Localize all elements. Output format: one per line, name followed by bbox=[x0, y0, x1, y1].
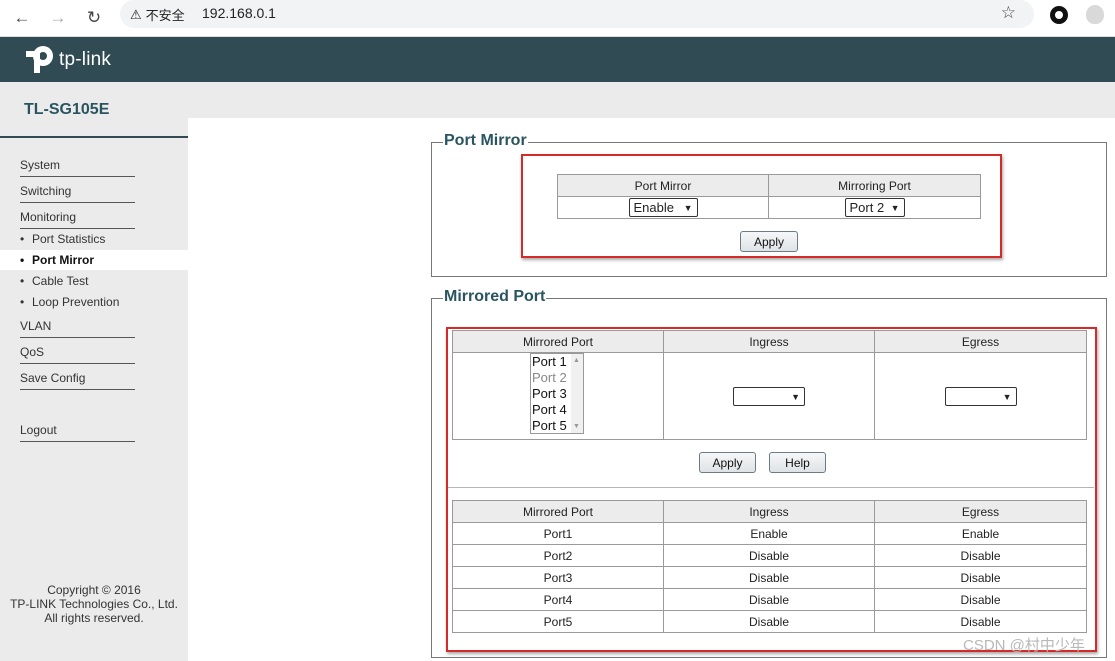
mirrored-port-legend: Mirrored Port bbox=[443, 288, 547, 306]
highlight-box bbox=[521, 154, 1002, 258]
sidebar-item-monitoring[interactable]: Monitoring bbox=[20, 210, 135, 229]
forward-arrow-icon[interactable]: → bbox=[44, 4, 72, 32]
model-bar bbox=[0, 82, 1115, 118]
security-label: 不安全 bbox=[145, 8, 185, 23]
address-bar[interactable]: ⚠ 不安全 192.168.0.1 ☆ bbox=[120, 0, 1034, 28]
bullet-icon: • bbox=[20, 253, 25, 267]
sidebar-item-logout[interactable]: Logout bbox=[20, 423, 135, 442]
bullet-icon: • bbox=[20, 232, 25, 246]
watermark: CSDN @村中少年 bbox=[963, 637, 1085, 654]
sidebar-item-qos[interactable]: QoS bbox=[20, 345, 135, 364]
brand-header: tp-link bbox=[0, 37, 1115, 82]
sidebar-subitem-port-statistics[interactable]: • Port Statistics bbox=[20, 232, 105, 246]
sidebar-item-save-config[interactable]: Save Config bbox=[20, 371, 135, 390]
sidebar-divider bbox=[0, 136, 188, 138]
profile-avatar-icon[interactable] bbox=[1086, 5, 1104, 24]
tplink-logo[interactable]: tp-link bbox=[22, 43, 111, 77]
sidebar-subitem-port-mirror[interactable]: • Port Mirror bbox=[20, 253, 94, 267]
back-arrow-icon[interactable]: ← bbox=[8, 4, 36, 32]
sidebar-item-switching[interactable]: Switching bbox=[20, 184, 135, 203]
copyright-line: Copyright © 2016 bbox=[47, 583, 141, 597]
url-text[interactable]: 192.168.0.1 bbox=[202, 5, 276, 21]
sidebar-subitem-label: Port Statistics bbox=[32, 232, 106, 246]
sidebar-subitem-cable-test[interactable]: • Cable Test bbox=[20, 274, 88, 288]
sidebar-subitem-label: Cable Test bbox=[32, 274, 89, 288]
sidebar-subitem-label: Port Mirror bbox=[32, 253, 95, 267]
copyright-line: All rights reserved. bbox=[44, 611, 144, 625]
logo-text: tp-link bbox=[59, 49, 112, 70]
security-warning[interactable]: ⚠ 不安全 bbox=[130, 5, 185, 24]
model-name: TL-SG105E bbox=[24, 101, 110, 118]
extension-icon[interactable] bbox=[1050, 6, 1068, 24]
browser-toolbar: ← → ↻ ⚠ 不安全 192.168.0.1 ☆ bbox=[0, 0, 1115, 37]
sidebar-subitem-loop-prevention[interactable]: • Loop Prevention bbox=[20, 295, 119, 309]
bookmark-star-icon[interactable]: ☆ bbox=[1001, 3, 1016, 23]
copyright: Copyright © 2016 TP-LINK Technologies Co… bbox=[0, 583, 188, 625]
bullet-icon: • bbox=[20, 295, 25, 309]
highlight-box bbox=[446, 327, 1097, 652]
sidebar-item-vlan[interactable]: VLAN bbox=[20, 319, 135, 338]
bullet-icon: • bbox=[20, 274, 25, 288]
warning-triangle-icon: ⚠ bbox=[130, 6, 142, 22]
sidebar-subitem-label: Loop Prevention bbox=[32, 295, 120, 309]
copyright-line: TP-LINK Technologies Co., Ltd. bbox=[10, 597, 178, 611]
tplink-logo-icon bbox=[26, 46, 53, 73]
reload-icon[interactable]: ↻ bbox=[80, 4, 108, 32]
sidebar-item-system[interactable]: System bbox=[20, 158, 135, 177]
port-mirror-legend: Port Mirror bbox=[443, 132, 528, 150]
